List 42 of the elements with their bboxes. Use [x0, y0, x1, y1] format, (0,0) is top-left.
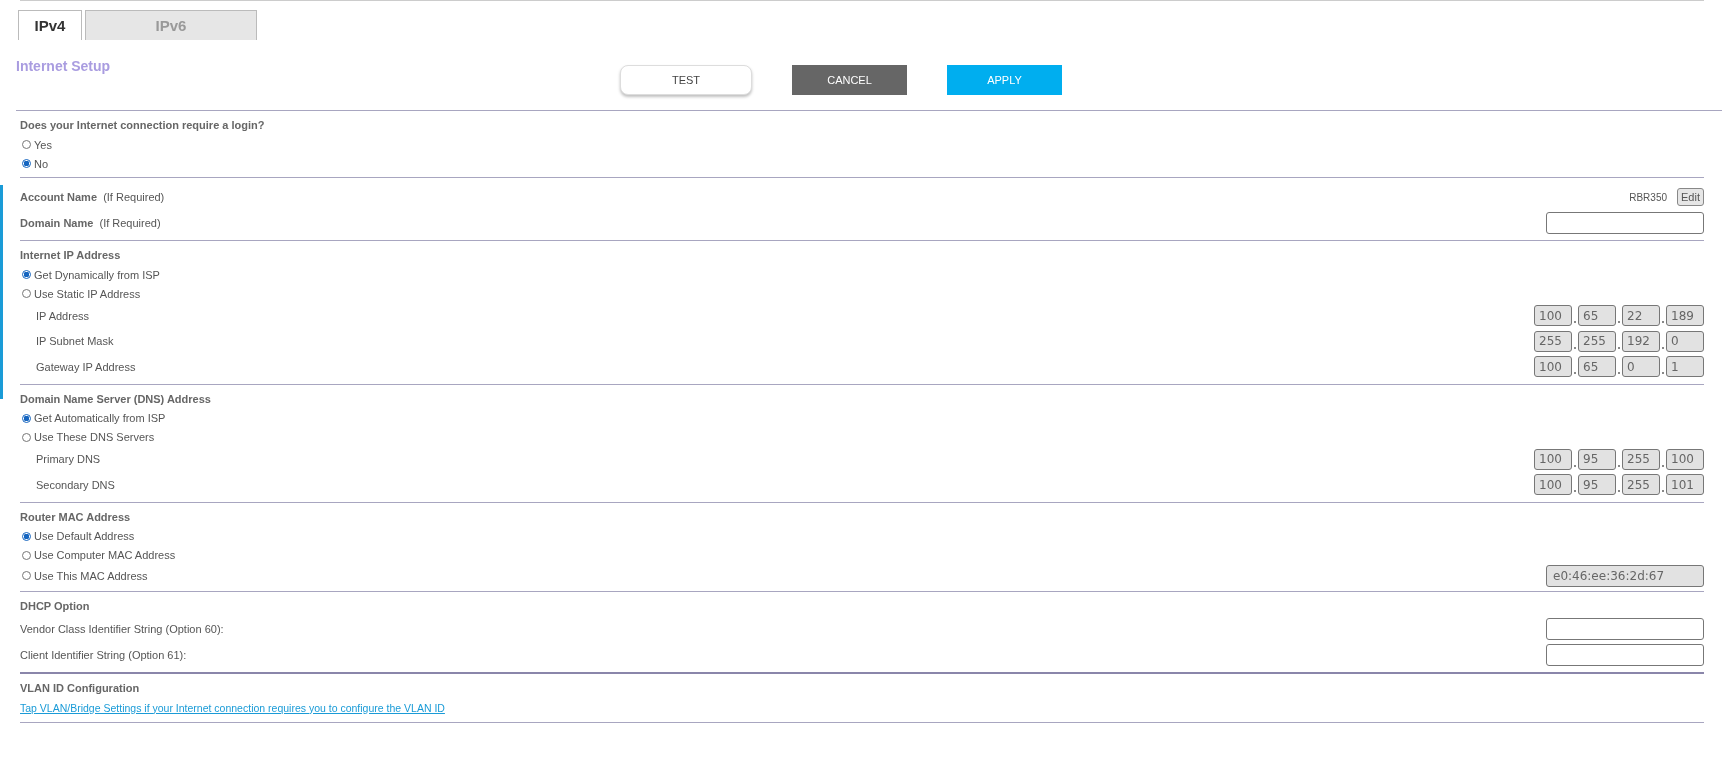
- field-label: Primary DNS: [35, 453, 101, 466]
- page-title: Internet Setup: [16, 58, 112, 74]
- field-label: Vendor Class Identifier String (Option 60):: [20, 622, 224, 635]
- radio-button[interactable]: [22, 432, 31, 442]
- field-label: Domain Name (If Required): [20, 217, 161, 229]
- section-heading: Internet IP Address: [20, 248, 122, 263]
- field-label: IP Subnet Mask: [35, 335, 114, 348]
- radio-button[interactable]: [22, 140, 31, 149]
- radio-option[interactable]: Use Static IP Address: [22, 287, 141, 300]
- field-label: Client Identifier String (Option 61):: [20, 648, 187, 661]
- radio-option[interactable]: Use Default Address: [22, 530, 135, 542]
- radio-option[interactable]: No: [22, 157, 49, 170]
- radio-button[interactable]: [22, 550, 31, 560]
- radio-option[interactable]: Yes: [22, 138, 52, 151]
- section-heading: VLAN ID Configuration: [20, 680, 141, 696]
- text-field[interactable]: [1546, 643, 1704, 666]
- apply-button[interactable]: APPLY: [947, 65, 1062, 95]
- tab[interactable]: IPv4: [18, 10, 82, 40]
- field-label: Gateway IP Address: [35, 360, 136, 373]
- text-field[interactable]: [1546, 212, 1704, 234]
- account-name-value: RBR350: [1629, 191, 1668, 203]
- section-heading: Does your Internet connection require a login?: [20, 118, 266, 133]
- radio-button[interactable]: [22, 531, 31, 541]
- radio-option[interactable]: Use Computer MAC Address: [22, 549, 176, 561]
- vlan-settings-link[interactable]: Tap VLAN/Bridge Settings if your Internet connection requires you to configure the VLAN ID: [20, 701, 445, 714]
- section-heading: Router MAC Address: [20, 509, 132, 525]
- cancel-button[interactable]: CANCEL: [792, 65, 907, 95]
- radio-option[interactable]: Get Dynamically from ISP: [22, 268, 160, 281]
- radio-button[interactable]: [22, 270, 31, 279]
- test-button[interactable]: TEST: [620, 65, 752, 95]
- section-heading: DHCP Option: [20, 598, 91, 614]
- radio-option[interactable]: Get Automatically from ISP: [22, 412, 166, 424]
- field-label: Account Name (If Required): [20, 191, 165, 203]
- field-label: IP Address: [35, 309, 89, 322]
- text-field[interactable]: [1546, 617, 1704, 640]
- field-label: Secondary DNS: [35, 478, 115, 491]
- radio-button[interactable]: [22, 289, 31, 298]
- radio-button[interactable]: [22, 413, 31, 423]
- edit-button[interactable]: Edit: [1677, 188, 1704, 206]
- radio-button[interactable]: [22, 159, 31, 168]
- section-heading: Domain Name Server (DNS) Address: [20, 391, 212, 407]
- radio-option[interactable]: Use These DNS Servers: [22, 431, 155, 443]
